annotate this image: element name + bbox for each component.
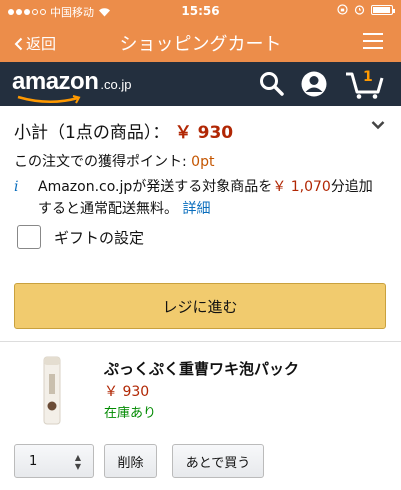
gift-option[interactable]: ギフトの設定	[17, 225, 144, 249]
checkout-button[interactable]: レジに進む	[14, 283, 386, 329]
divider	[0, 341, 401, 342]
subtotal-summary: 小計（1点の商品）： ￥ 930	[14, 118, 233, 143]
logo-domain: .co.jp	[100, 77, 132, 92]
spinner-arrows-icon: ▲ ▼	[74, 453, 81, 471]
menu-icon[interactable]	[363, 33, 383, 49]
chevron-down-icon[interactable]	[371, 120, 385, 130]
quantity-value: 1	[29, 454, 38, 469]
rotation-lock-icon	[337, 4, 348, 15]
points-label: この注文での獲得ポイント:	[14, 154, 192, 170]
account-icon[interactable]	[300, 70, 328, 98]
site-header: amazon .co.jp 1	[0, 62, 401, 106]
page-title: ショッピングカート	[119, 34, 282, 55]
info-icon: i	[14, 179, 19, 195]
product-image[interactable]	[42, 356, 62, 426]
shipping-prefix: Amazon.co.jpが発送する対象商品を	[38, 179, 273, 195]
points-line: この注文での獲得ポイント: 0pt	[14, 151, 214, 171]
app-title-bar: 中国移动 15:56 返回 ショッピングカート	[0, 0, 401, 62]
delete-button[interactable]: 削除	[104, 444, 157, 478]
shipping-amount: ￥ 1,070	[272, 179, 331, 195]
logo-wordmark: amazon	[12, 68, 99, 95]
product-title[interactable]: ぷっくぷく重曹ワキ泡パック	[104, 358, 299, 379]
free-shipping-notice: i Amazon.co.jpが発送する対象商品を￥ 1,070分追加すると通常配…	[14, 176, 386, 220]
gift-label: ギフトの設定	[54, 228, 145, 247]
gift-checkbox[interactable]	[17, 225, 41, 249]
cart-button[interactable]: 1	[344, 68, 384, 100]
amazon-logo[interactable]: amazon .co.jp	[12, 68, 132, 104]
cart-count-badge: 1	[363, 69, 373, 85]
save-for-later-button[interactable]: あとで買う	[172, 444, 264, 478]
subtotal-price: ￥ 930	[174, 123, 234, 143]
battery-icon	[371, 4, 395, 15]
product-price: ￥ 930	[104, 384, 150, 400]
points-value: 0pt	[191, 154, 215, 170]
stock-status: 在庫あり	[104, 406, 157, 421]
subtotal-label: 小計（1点の商品）：	[14, 123, 170, 143]
search-icon[interactable]	[258, 70, 286, 98]
alarm-icon	[354, 5, 365, 15]
quantity-select[interactable]: 1 ▲ ▼	[14, 444, 94, 478]
details-link[interactable]: 詳細	[182, 201, 210, 217]
smile-arrow-icon	[17, 95, 81, 104]
status-bar: 中国移动 15:56	[0, 0, 401, 22]
